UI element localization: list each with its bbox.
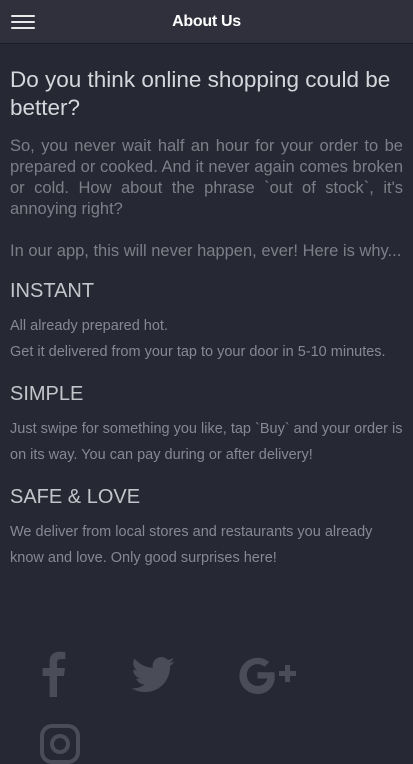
lead-heading: Do you think online shopping could be be… bbox=[10, 67, 391, 120]
section-heading-instant: INSTANT bbox=[10, 280, 95, 302]
facebook-icon[interactable] bbox=[40, 651, 66, 697]
section-body-safe-love: We deliver from local stores and restaur… bbox=[10, 524, 373, 566]
section-heading-safe-love: SAFE & LOVE bbox=[10, 486, 141, 508]
section-body-instant: All already prepared hot. Get it delivere… bbox=[10, 313, 403, 365]
page-title: About Us bbox=[172, 13, 241, 30]
about-content: Do you think online shopping could be be… bbox=[10, 66, 403, 571]
section-line: Get it delivered from your tap to your d… bbox=[10, 344, 386, 360]
google-plus-icon[interactable] bbox=[238, 656, 302, 696]
intro-paragraph: In our app, this will never happen, ever… bbox=[10, 242, 402, 260]
section-line: All already prepared hot. bbox=[10, 318, 168, 334]
section-heading-simple: SIMPLE bbox=[10, 383, 84, 405]
app-header: About Us bbox=[0, 0, 413, 43]
section-body-simple: Just swipe for something you like, tap `… bbox=[10, 421, 403, 463]
instagram-icon[interactable] bbox=[40, 724, 80, 764]
twitter-icon[interactable] bbox=[131, 657, 175, 693]
intro-paragraph: So, you never wait half an hour for your… bbox=[10, 137, 403, 218]
social-links bbox=[0, 648, 413, 764]
